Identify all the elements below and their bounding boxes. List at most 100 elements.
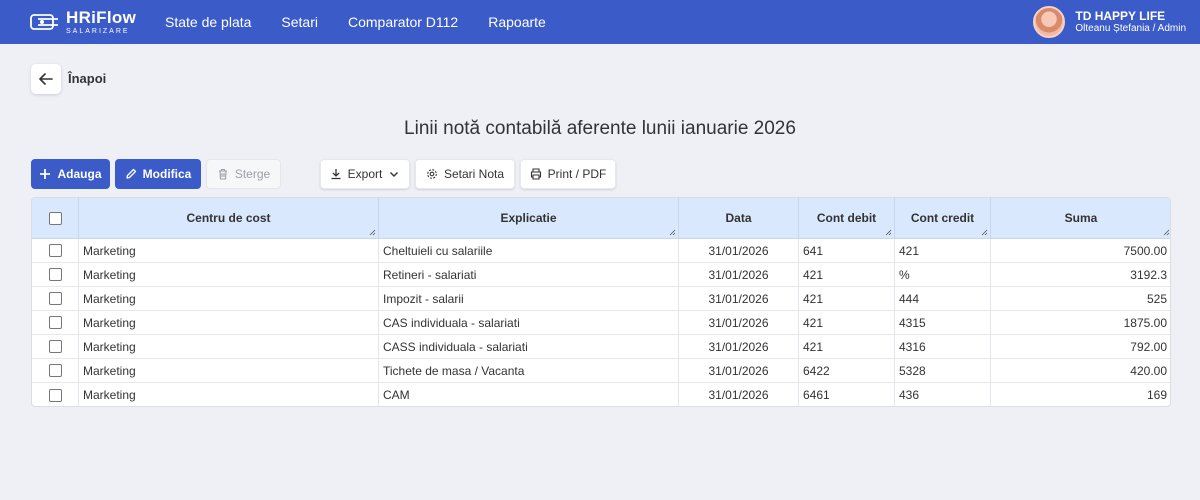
row-checkbox[interactable] (48, 268, 62, 281)
cell-debit-account: 421 (799, 263, 895, 286)
cell-sum: 1875.00 (1123, 315, 1167, 330)
cell-debit-account: 6461 (799, 383, 895, 406)
cell-explanation: Tichete de masa / Vacanta (379, 359, 679, 382)
cell-date: 31/01/2026 (679, 335, 799, 358)
row-checkbox[interactable] (48, 388, 62, 402)
user-menu[interactable]: TD HAPPY LIFE Olteanu Ștefania / Admin (1033, 3, 1186, 41)
column-header-date[interactable]: Data (679, 198, 799, 238)
back-button[interactable] (31, 64, 61, 94)
printer-icon (530, 168, 541, 180)
back-label[interactable]: Înapoi (68, 71, 106, 86)
column-header-cost-center[interactable]: Centru de cost (79, 198, 379, 238)
avatar[interactable] (1033, 6, 1066, 38)
page-title: Linii notă contabilă aferente lunii ianu… (404, 118, 796, 139)
cell-credit-account: 444 (895, 287, 991, 310)
table-row[interactable]: Marketing CAS individuala - salariati 31… (32, 311, 1170, 335)
cell-cost-center: Marketing (79, 359, 379, 382)
delete-button[interactable]: Sterge (206, 159, 281, 189)
cell-date: 31/01/2026 (679, 239, 799, 262)
top-bar: HRiFlow SALARIZARE State de plata Setari… (0, 0, 1200, 44)
cell-date: 31/01/2026 (679, 359, 799, 382)
resize-handle-icon[interactable] (1163, 229, 1170, 236)
export-dropdown[interactable]: Export (320, 159, 410, 189)
cell-explanation: CAM (379, 383, 679, 406)
user-company: TD HAPPY LIFE (1075, 8, 1166, 23)
cell-cost-center: Marketing (79, 239, 379, 262)
user-role: Olteanu Ștefania / Admin (1075, 23, 1186, 35)
edit-button[interactable]: Modifica (115, 159, 201, 189)
cell-date: 31/01/2026 (679, 311, 799, 334)
plus-icon (40, 169, 51, 179)
nav-item-setari[interactable]: Setari (281, 14, 318, 30)
cell-debit-account: 421 (799, 335, 895, 358)
download-icon (331, 169, 341, 180)
cell-debit-account: 421 (799, 311, 895, 334)
row-checkbox[interactable] (48, 340, 62, 353)
nav-item-state-de-plata[interactable]: State de plata (165, 14, 251, 30)
cell-explanation: CAS individuala - salariati (379, 311, 679, 334)
column-header-credit-account[interactable]: Cont credit (895, 198, 991, 238)
cell-credit-account: 4316 (895, 335, 991, 358)
export-button-label: Export (347, 167, 383, 181)
table-row[interactable]: Marketing CASS individuala - salariati 3… (32, 335, 1170, 359)
settings-note-button[interactable]: Setari Nota (415, 159, 515, 189)
arrow-left-icon (39, 73, 53, 85)
row-checkbox[interactable] (48, 244, 62, 257)
column-header-sum[interactable]: Suma (991, 198, 1170, 238)
resize-handle-icon[interactable] (981, 229, 988, 236)
table-row[interactable]: Marketing Retineri - salariati 31/01/202… (32, 263, 1170, 287)
cell-date: 31/01/2026 (679, 287, 799, 310)
cell-debit-account: 6422 (799, 359, 895, 382)
gear-icon (427, 169, 437, 179)
logo-icon (30, 14, 58, 30)
print-pdf-label: Print / PDF (547, 167, 607, 181)
add-button[interactable]: Adauga (31, 159, 110, 189)
row-checkbox[interactable] (48, 316, 62, 329)
cell-explanation: Cheltuieli cu salariile (379, 239, 679, 262)
resize-handle-icon[interactable] (369, 229, 376, 236)
cell-credit-account: 436 (895, 383, 991, 406)
cell-debit-account: 641 (799, 239, 895, 262)
cell-sum: 169 (1146, 388, 1167, 402)
cell-cost-center: Marketing (79, 383, 379, 406)
cell-date: 31/01/2026 (679, 263, 799, 286)
cell-credit-account: 4315 (895, 311, 991, 334)
cell-sum: 3192.3 (1130, 267, 1167, 282)
table-row[interactable]: Marketing Tichete de masa / Vacanta 31/0… (32, 359, 1170, 383)
chevron-down-icon (390, 172, 399, 177)
main-nav: State de plata Setari Comparator D112 Ra… (165, 0, 576, 44)
logo-name: HRiFlow (66, 8, 137, 27)
select-all-checkbox[interactable] (48, 211, 62, 225)
settings-note-label: Setari Nota (443, 167, 505, 181)
cell-explanation: CASS individuala - salariati (379, 335, 679, 358)
cell-sum: 7500.00 (1123, 243, 1167, 258)
column-header-explanation[interactable]: Explicatie (379, 198, 679, 238)
nav-item-rapoarte[interactable]: Rapoarte (488, 14, 546, 30)
resize-handle-icon[interactable] (669, 229, 676, 236)
row-checkbox[interactable] (48, 364, 62, 377)
cell-cost-center: Marketing (79, 263, 379, 286)
table-header: Centru de cost Explicatie Data Cont debi… (32, 198, 1170, 239)
cell-sum: 525 (1146, 291, 1167, 306)
trash-icon (218, 168, 227, 180)
cell-cost-center: Marketing (79, 287, 379, 310)
table-row[interactable]: Marketing Impozit - salarii 31/01/2026 4… (32, 287, 1170, 311)
app-logo[interactable]: HRiFlow SALARIZARE (30, 7, 136, 37)
cell-date: 31/01/2026 (679, 383, 799, 406)
cell-debit-account: 421 (799, 287, 895, 310)
cell-credit-account: 421 (895, 239, 991, 262)
print-pdf-button[interactable]: Print / PDF (520, 159, 616, 189)
add-button-label: Adauga (57, 167, 102, 181)
cell-explanation: Retineri - salariati (379, 263, 679, 286)
header-checkbox-cell (32, 198, 79, 238)
row-checkbox[interactable] (48, 292, 62, 305)
edit-button-label: Modifica (142, 167, 192, 181)
resize-handle-icon[interactable] (885, 229, 892, 236)
cell-cost-center: Marketing (79, 311, 379, 334)
cell-explanation: Impozit - salarii (379, 287, 679, 310)
table-row[interactable]: Marketing Cheltuieli cu salariile 31/01/… (32, 239, 1170, 263)
table-row[interactable]: Marketing CAM 31/01/2026 6461 436 169 (32, 383, 1170, 406)
column-header-debit-account[interactable]: Cont debit (799, 198, 895, 238)
nav-item-comparator-d112[interactable]: Comparator D112 (348, 14, 458, 30)
cell-cost-center: Marketing (79, 335, 379, 358)
